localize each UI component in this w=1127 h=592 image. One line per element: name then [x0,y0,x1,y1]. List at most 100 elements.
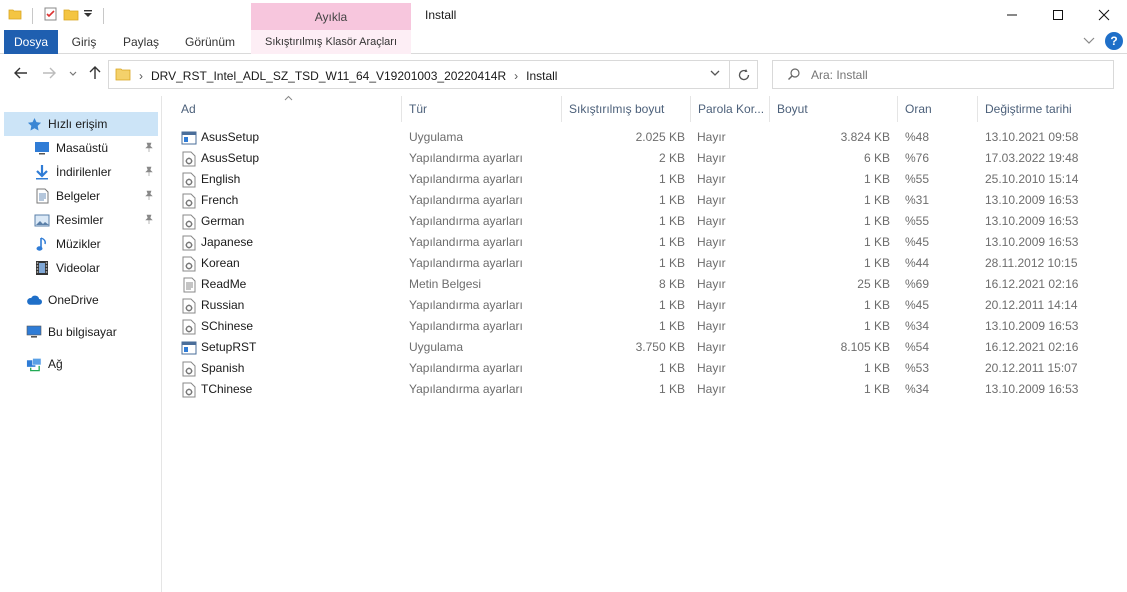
file-type: Uygulama [409,340,464,354]
table-row[interactable]: AsusSetup Yapılandırma ayarları 2 KB Hayır 6… [175,148,1078,169]
tab-compressed-folder-tools[interactable]: Sıkıştırılmış Klasör Araçları [251,30,411,54]
forward-button[interactable] [40,65,58,83]
sidebar-item-music[interactable]: Müzikler [4,232,158,256]
application-icon [181,130,197,146]
file-name: Korean [201,256,240,270]
sidebar-item-onedrive[interactable]: OneDrive [4,288,158,312]
sidebar-item-label: Bu bilgisayar [48,325,117,339]
pin-icon[interactable] [144,166,154,179]
maximize-button[interactable] [1035,0,1081,30]
navigation-bar: › DRV_RST_Intel_ADL_SZ_TSD_W11_64_V19201… [0,55,1127,93]
file-size: 1 KB [863,298,890,312]
sidebar-item-network[interactable]: Ağ [4,352,158,376]
file-name: English [201,172,241,186]
network-icon [26,356,42,372]
column-header-type[interactable]: Tür [403,96,562,122]
table-row[interactable]: SChinese Yapılandırma ayarları 1 KB Hayır 1 … [175,316,1079,337]
file-password-protected: Hayır [697,256,726,270]
file-name-cell: German [181,211,244,232]
up-button[interactable] [86,65,104,83]
search-box[interactable] [772,60,1114,89]
pin-icon[interactable] [144,142,154,155]
expand-ribbon-icon[interactable] [1083,34,1095,48]
file-compressed-size: 1 KB [658,319,685,333]
config-file-icon [181,193,197,209]
tab-home[interactable]: Giriş [62,30,106,54]
file-name-cell: Japanese [181,232,253,253]
navigation-pane: Hızlı erişim Masaüstü İndirilenler Belge… [0,96,162,592]
column-header-ratio[interactable]: Oran [899,96,978,122]
sidebar-item-label: Resimler [56,213,104,227]
new-folder-icon[interactable] [63,6,79,25]
sidebar-item-label: İndirilenler [56,165,112,179]
properties-icon[interactable] [43,6,59,25]
column-header-password[interactable]: Parola Kor... [692,96,770,122]
file-ratio: %31 [905,193,930,207]
table-row[interactable]: Japanese Yapılandırma ayarları 1 KB Hayır 1 … [175,232,1078,253]
table-row[interactable]: ReadMe Metin Belgesi 8 KB Hayır 25 KB %69 16.1… [175,274,1078,295]
file-compressed-size: 1 KB [658,214,685,228]
sidebar-item-documents[interactable]: Belgeler [4,184,158,208]
tab-share[interactable]: Paylaş [116,30,166,54]
table-row[interactable]: TChinese Yapılandırma ayarları 1 KB Hayır 1 … [175,379,1078,400]
table-row[interactable]: SetupRST Uygulama 3.750 KB Hayır 8.105 KB %54… [175,337,1078,358]
customize-qat-icon[interactable] [83,8,93,23]
back-button[interactable] [12,65,30,83]
context-tab-extract[interactable]: Ayıkla [251,3,411,30]
config-file-icon [181,214,197,230]
application-icon [181,340,197,356]
sidebar-item-downloads[interactable]: İndirilenler [4,160,158,184]
file-ratio: %53 [905,361,930,375]
file-modified-date: 20.12.2011 14:14 [985,298,1078,312]
file-name-cell: ReadMe [181,274,246,295]
file-name-cell: Spanish [181,358,244,379]
pin-icon[interactable] [144,190,154,203]
search-input[interactable] [811,66,1101,84]
table-row[interactable]: French Yapılandırma ayarları 1 KB Hayır 1 KB… [175,190,1078,211]
refresh-button[interactable] [729,61,757,88]
tab-file[interactable]: Dosya [4,30,58,54]
file-type: Yapılandırma ayarları [409,193,523,207]
address-dropdown-icon[interactable] [709,68,721,81]
file-name: AsusSetup [201,130,260,144]
sidebar-item-desktop[interactable]: Masaüstü [4,136,158,160]
arrow-up-icon [89,66,101,79]
table-row[interactable]: German Yapılandırma ayarları 1 KB Hayır 1 KB… [175,211,1079,232]
column-header-size[interactable]: Boyut [771,96,898,122]
sidebar-item-videos[interactable]: Videolar [4,256,158,280]
sidebar-item-label: Müzikler [56,237,101,251]
recent-locations-button[interactable] [64,65,82,83]
table-row[interactable]: English Yapılandırma ayarları 1 KB Hayır 1 K… [175,169,1078,190]
file-type: Metin Belgesi [409,277,482,291]
close-button[interactable] [1081,0,1127,30]
sidebar-item-quick-access[interactable]: Hızlı erişim [4,112,158,136]
file-name-cell: AsusSetup [181,148,259,169]
file-type: Yapılandırma ayarları [409,298,523,312]
config-file-icon [181,151,197,167]
file-modified-date: 13.10.2009 16:53 [985,319,1079,333]
file-type: Yapılandırma ayarları [409,151,523,165]
tab-view[interactable]: Görünüm [178,30,242,54]
ribbon-controls: ? [1083,32,1123,50]
help-icon[interactable]: ? [1105,32,1123,50]
address-bar[interactable]: › DRV_RST_Intel_ADL_SZ_TSD_W11_64_V19201… [108,60,758,89]
arrow-left-icon [14,67,27,79]
table-row[interactable]: Russian Yapılandırma ayarları 1 KB Hayır 1 K… [175,295,1078,316]
table-row[interactable]: Korean Yapılandırma ayarları 1 KB Hayır 1 KB… [175,253,1078,274]
chevron-down-icon [69,71,77,76]
pin-icon[interactable] [144,214,154,227]
column-header-compressed-size[interactable]: Sıkıştırılmış boyut [563,96,691,122]
file-name: SChinese [201,319,254,333]
column-header-modified[interactable]: Değiştirme tarihi [979,96,1089,122]
column-header-name[interactable]: Ad [175,96,402,122]
file-compressed-size: 2 KB [658,151,685,165]
sidebar-item-this-pc[interactable]: Bu bilgisayar [4,320,158,344]
file-size: 3.824 KB [840,130,890,144]
sidebar-item-pictures[interactable]: Resimler [4,208,158,232]
file-modified-date: 13.10.2009 16:53 [985,214,1079,228]
breadcrumb-item-install[interactable]: Install [526,69,557,83]
table-row[interactable]: Spanish Yapılandırma ayarları 1 KB Hayır 1 K… [175,358,1078,379]
minimize-button[interactable] [989,0,1035,30]
breadcrumb-item-archive[interactable]: DRV_RST_Intel_ADL_SZ_TSD_W11_64_V1920100… [151,69,506,83]
table-row[interactable]: AsusSetup Uygulama 2.025 KB Hayır 3.824 KB %4… [175,127,1078,148]
